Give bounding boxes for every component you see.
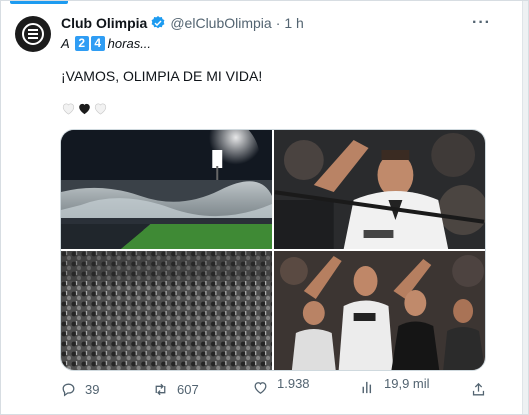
countdown-suffix: horas... (107, 36, 152, 51)
display-name[interactable]: Club Olimpia (61, 15, 147, 31)
like-count-transition (277, 390, 310, 397)
action-bar: 39 607 1.938 19,9 mil (0, 375, 529, 405)
countdown-digit: 4 (90, 36, 105, 51)
like-button[interactable]: 1.938 (252, 377, 310, 397)
white-heart-icon (62, 103, 75, 115)
like-count: 1.938 (277, 376, 310, 391)
like-heart-icon (254, 381, 267, 394)
countdown-digit: 2 (74, 36, 89, 51)
repost-count: 607 (177, 382, 199, 397)
repost-button[interactable]: 607 (152, 381, 199, 398)
share-button[interactable] (470, 381, 487, 398)
top-tab-indicator (10, 0, 68, 4)
scrollbar[interactable] (522, 0, 529, 415)
club-crest-icon (22, 23, 44, 45)
reply-button[interactable]: 39 (60, 381, 99, 398)
more-options-button[interactable]: ··· (472, 14, 491, 32)
media-grid (60, 129, 486, 371)
views-count-transition (384, 390, 430, 397)
fan-celebrating-photo[interactable] (274, 130, 485, 249)
crowd-photo[interactable] (61, 251, 272, 370)
timestamp[interactable]: 1 h (284, 15, 303, 31)
black-heart-icon (79, 103, 90, 115)
tweet-text: ¡VAMOS, OLIMPIA DE MI VIDA! (61, 68, 263, 84)
views-chart-icon (362, 381, 372, 393)
stadium-night-photo[interactable] (61, 130, 272, 249)
avatar[interactable] (15, 16, 51, 52)
heart-emojis (61, 101, 108, 116)
handle[interactable]: @elClubOlimpia (170, 15, 271, 31)
share-icon (472, 382, 485, 396)
reply-icon (62, 383, 75, 397)
separator-dot: · (275, 15, 281, 31)
tweet-header: Club Olimpia @elClubOlimpia · 1 h (61, 15, 304, 31)
views-count: 19,9 mil (384, 376, 430, 391)
countdown-prefix: A (61, 36, 70, 51)
repost-icon (155, 383, 166, 396)
countdown-line: A 2 4 horas... (61, 36, 151, 51)
reply-count: 39 (85, 382, 100, 397)
fans-group-photo[interactable] (274, 251, 485, 370)
views-button[interactable]: 19,9 mil (359, 377, 430, 397)
white-heart-icon (94, 103, 107, 115)
verified-badge-icon (151, 16, 165, 29)
